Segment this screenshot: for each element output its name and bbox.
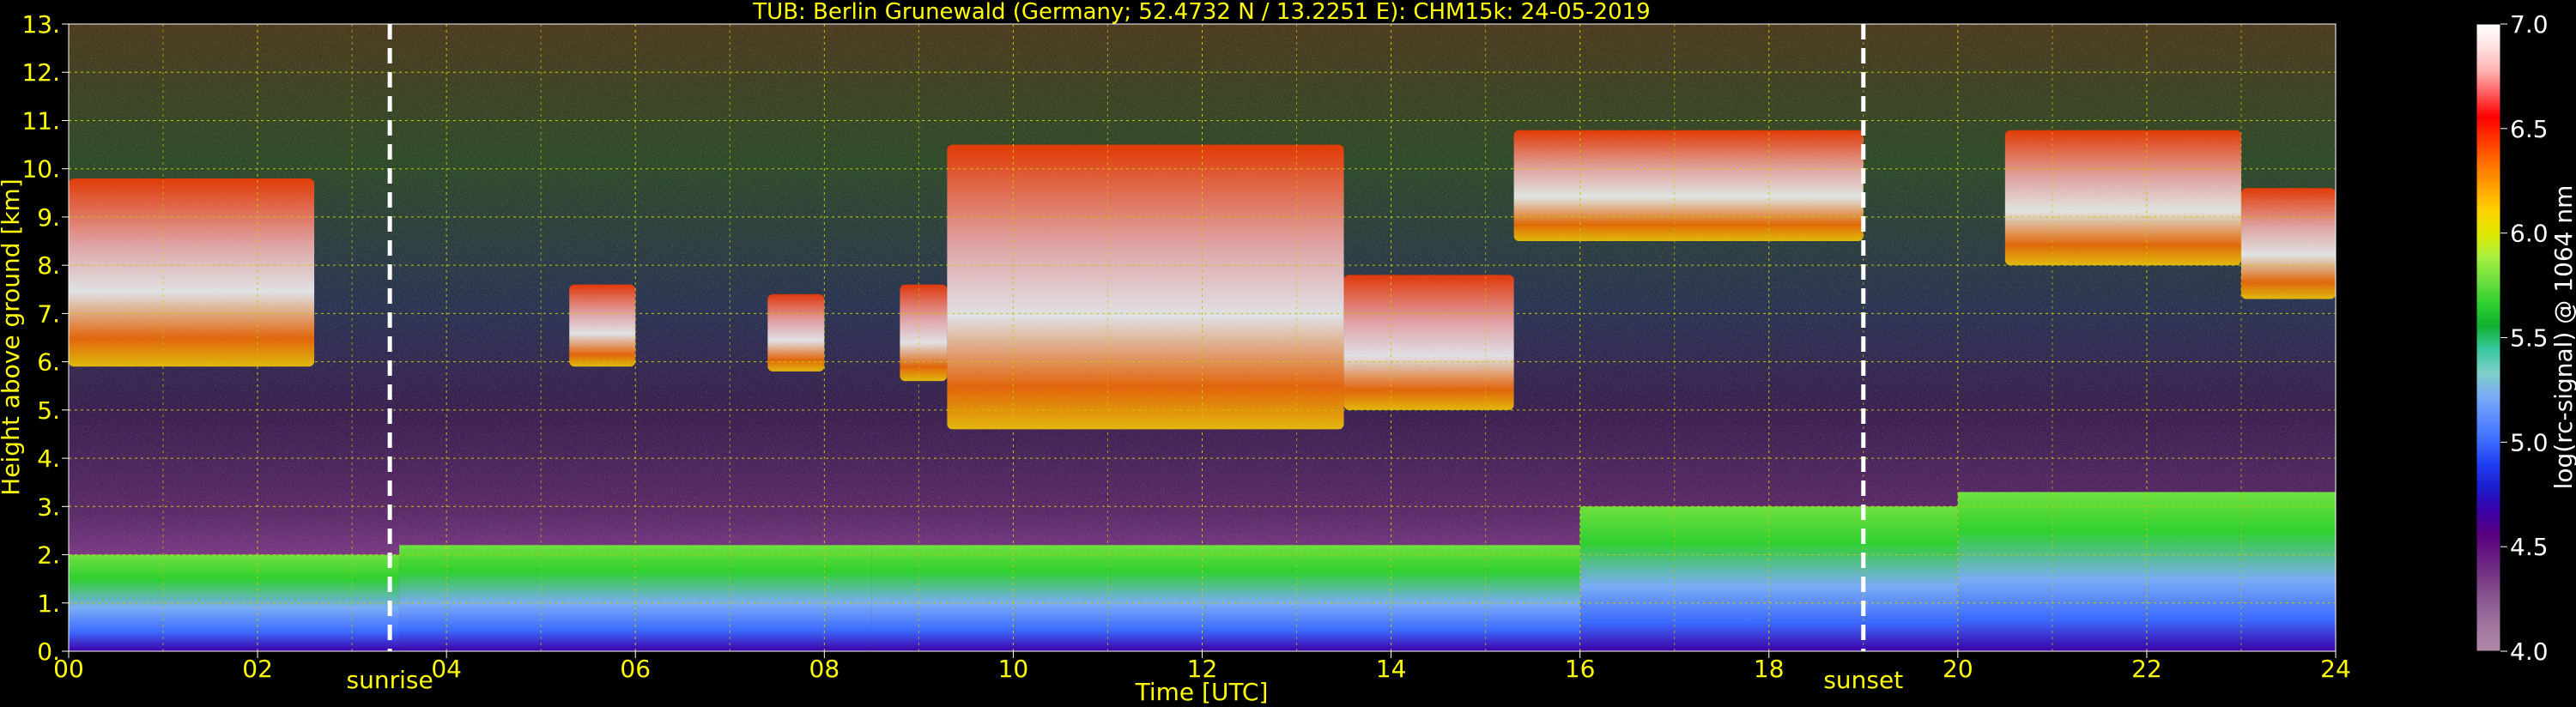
lidar-plot: 00 02 04 06 08 10 12 14 16 18 20 22 24 0.1.2.3.4.5.6… bbox=[0, 0, 2576, 706]
cloud-layer bbox=[69, 178, 315, 367]
boundary-layer-segment bbox=[871, 545, 1580, 651]
y-tick-label: 7. bbox=[37, 299, 60, 328]
y-tick-label: 3. bbox=[37, 492, 60, 521]
cloud-layer bbox=[1343, 275, 1514, 410]
cloud-layer bbox=[2004, 130, 2241, 266]
y-tick-label: 4. bbox=[37, 444, 60, 473]
colorbar-tick-label: 4.5 bbox=[2510, 533, 2549, 561]
cloud-layer bbox=[767, 293, 825, 372]
colorbar-tick-label: 6.5 bbox=[2510, 115, 2549, 143]
x-tick-label: 10 bbox=[998, 655, 1029, 683]
y-axis-label: Height above ground [km] bbox=[0, 178, 25, 496]
colorbar-tick-label: 6.0 bbox=[2510, 220, 2549, 248]
colorbar-tick-label: 7.0 bbox=[2510, 10, 2549, 39]
colorbar-tick-label: 5.0 bbox=[2510, 428, 2549, 456]
x-tick-label: 20 bbox=[1943, 655, 1973, 683]
cloud-layer bbox=[569, 284, 636, 367]
cloud-layer bbox=[900, 284, 948, 382]
x-tick-label: 22 bbox=[2131, 655, 2162, 683]
y-tick-label: 2. bbox=[37, 541, 60, 570]
x-tick-label: 16 bbox=[1565, 655, 1596, 683]
colorbar-ticks: 4.0 4.5 5.0 5.5 6.0 6.5 7.0 bbox=[2500, 10, 2549, 666]
y-tick-label: 6. bbox=[37, 348, 60, 377]
cloud-layer bbox=[947, 144, 1344, 430]
x-axis-label: Time [UTC] bbox=[1135, 678, 1269, 706]
y-tick-label: 12. bbox=[21, 58, 60, 87]
y-tick-label: 1. bbox=[37, 589, 60, 618]
colorbar bbox=[2476, 24, 2500, 651]
x-tick-label: 08 bbox=[809, 655, 840, 683]
x-tick-label: 24 bbox=[2320, 655, 2351, 683]
colorbar-label: log(rc-signal) @ 1064 nm bbox=[2549, 185, 2576, 490]
y-ticks: 0. 1. 2. 3. 4. 5. 6. 7. 8. 9. 10. 11. 12. 13. bbox=[21, 10, 69, 666]
y-tick-label: 5. bbox=[37, 396, 60, 425]
chart-title: TUB: Berlin Grunewald (Germany; 52.4732 … bbox=[752, 0, 1650, 25]
colorbar-tick-label: 4.0 bbox=[2510, 638, 2549, 666]
cloud-layer bbox=[2240, 188, 2336, 299]
y-tick-label: 8. bbox=[37, 251, 60, 280]
cloud-layer bbox=[1513, 130, 1864, 242]
sunset-label: sunset bbox=[1823, 666, 1903, 694]
y-tick-label: 10. bbox=[21, 155, 60, 184]
x-tick-label: 04 bbox=[431, 655, 462, 683]
x-tick-label: 14 bbox=[1376, 655, 1407, 683]
colorbar-tick-label: 5.5 bbox=[2510, 324, 2549, 353]
y-tick-label: 11. bbox=[21, 106, 60, 135]
x-tick-label: 18 bbox=[1754, 655, 1785, 683]
y-tick-label: 0. bbox=[37, 638, 60, 666]
y-tick-label: 13. bbox=[21, 10, 60, 39]
y-tick-label: 9. bbox=[37, 203, 60, 232]
x-tick-label: 06 bbox=[620, 655, 651, 683]
sunrise-label: sunrise bbox=[347, 666, 433, 694]
x-tick-label: 02 bbox=[242, 655, 273, 683]
